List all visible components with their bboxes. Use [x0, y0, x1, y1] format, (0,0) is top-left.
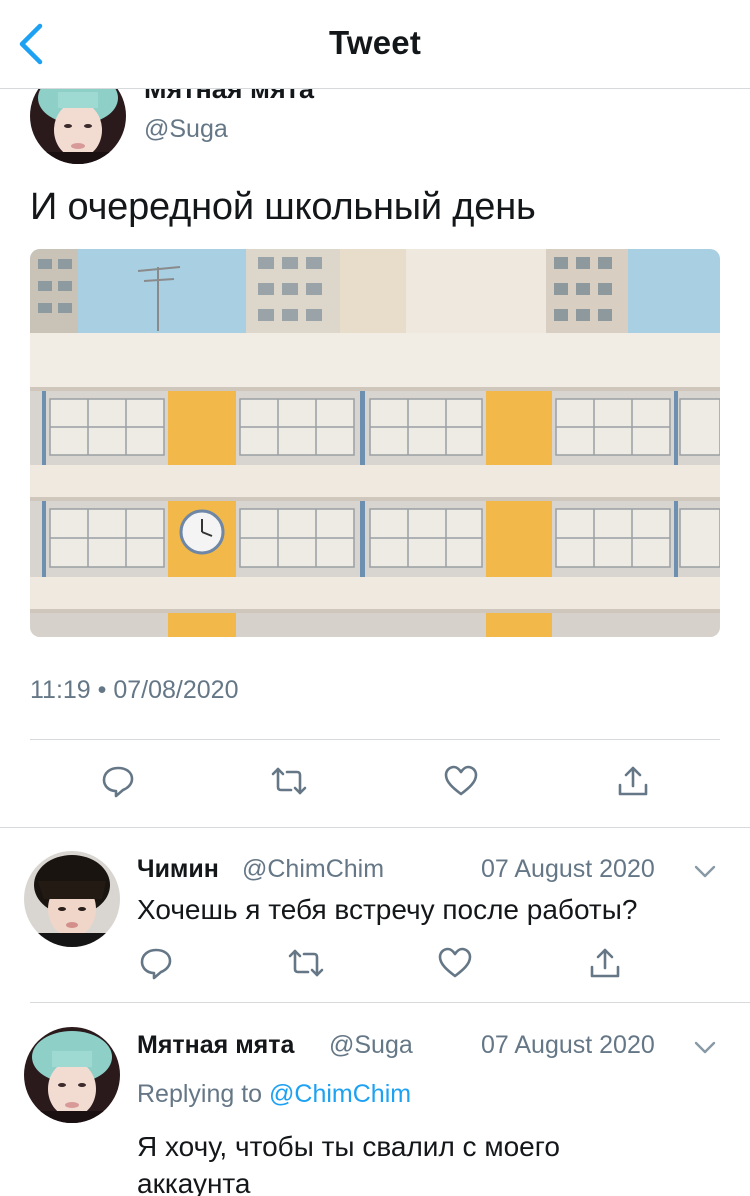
reply-text-line: Я хочу, чтобы ты свалил с моего	[137, 1131, 560, 1162]
avatar-image	[30, 88, 126, 164]
reply-text-line: аккаунта	[137, 1168, 251, 1196]
author-handle[interactable]: @Suga	[144, 115, 228, 144]
reply-author-name[interactable]: Чимин	[137, 855, 219, 884]
reply-date: 07 August 2020	[481, 1031, 655, 1059]
replying-prefix: Replying to	[137, 1080, 263, 1108]
avatar-image	[24, 1027, 120, 1123]
retweet-button[interactable]	[284, 941, 328, 985]
divider	[30, 739, 720, 740]
page-title: Tweet	[328, 24, 422, 61]
reply-icon	[140, 948, 172, 980]
tweet-thread[interactable]: Мятная мята @Suga И очередной школьный д…	[0, 88, 750, 1196]
reply-text: Хочешь я тебя встречу после работы?	[137, 894, 638, 925]
tweet-photo[interactable]	[30, 249, 720, 637]
reply-button[interactable]	[96, 759, 140, 803]
share-button[interactable]	[611, 759, 655, 803]
reply-author-handle[interactable]: @Suga	[329, 1031, 413, 1060]
author-name[interactable]: Мятная мята	[144, 88, 314, 105]
chevron-down-icon[interactable]	[693, 860, 717, 884]
retweet-icon	[271, 767, 307, 795]
reply-author-handle[interactable]: @ChimChim	[242, 855, 384, 884]
avatar[interactable]	[24, 1027, 120, 1123]
replying-to-link[interactable]: @ChimChim	[269, 1080, 411, 1108]
retweet-icon	[288, 949, 324, 977]
reply-icon	[102, 766, 134, 798]
avatar[interactable]	[24, 851, 120, 947]
reply-date: 07 August 2020	[481, 855, 655, 883]
divider	[0, 827, 750, 828]
tweet-timestamp: 11:19 • 07/08/2020	[30, 676, 239, 704]
like-button[interactable]	[439, 759, 483, 803]
like-icon	[444, 765, 478, 796]
chevron-down-icon[interactable]	[693, 1036, 717, 1060]
tweet-text: И очередной школьный день	[30, 186, 536, 228]
share-icon	[590, 948, 620, 978]
share-icon	[618, 766, 648, 796]
divider	[30, 1002, 750, 1003]
replying-to: Replying to @ChimChim	[137, 1080, 411, 1109]
like-icon	[438, 947, 472, 978]
avatar[interactable]	[30, 88, 126, 164]
reply-button[interactable]	[134, 941, 178, 985]
like-button[interactable]	[433, 941, 477, 985]
school-building-photo	[30, 249, 720, 637]
retweet-button[interactable]	[267, 759, 311, 803]
share-button[interactable]	[583, 941, 627, 985]
nav-header: Tweet	[0, 0, 750, 89]
reply-author-name[interactable]: Мятная мята	[137, 1031, 294, 1060]
avatar-image	[24, 851, 120, 947]
